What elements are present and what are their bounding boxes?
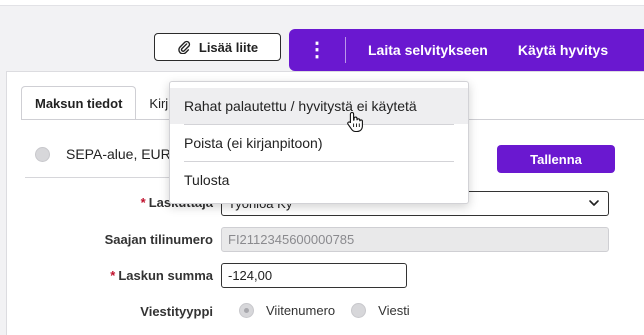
reference-radio[interactable] — [239, 303, 254, 318]
more-actions-button[interactable]: ⋮ — [289, 29, 345, 71]
menu-item-print[interactable]: Tulosta — [170, 162, 468, 198]
kebab-menu-icon: ⋮ — [307, 39, 327, 61]
required-marker: * — [140, 195, 146, 210]
message-type-reference[interactable]: Viitenumero — [239, 303, 335, 318]
paperclip-icon — [178, 40, 190, 54]
add-attachment-label: Lisää liite — [198, 39, 259, 55]
message-type-message[interactable]: Viesti — [351, 303, 410, 318]
amount-field[interactable]: -124,00 — [221, 263, 407, 288]
message-label: Viesti — [378, 303, 410, 318]
tab-bar: Maksun tiedot Kirj — [21, 86, 181, 120]
use-credit-button[interactable]: Käytä hyvitys — [506, 29, 620, 71]
hand-cursor-icon — [347, 111, 363, 133]
sepa-area-option[interactable]: SEPA-alue, EUR — [35, 146, 171, 162]
tab-payment-details[interactable]: Maksun tiedot — [21, 86, 137, 120]
account-number-field: FI2112345600000785 — [221, 227, 609, 252]
chevron-down-icon — [589, 200, 599, 206]
message-type-label: Viestityyppi — [140, 304, 213, 319]
top-strip — [0, 0, 644, 6]
save-button[interactable]: Tallenna — [497, 145, 615, 173]
menu-item-delete[interactable]: Poista (ei kirjanpitoon) — [170, 125, 468, 161]
menu-item-refunded[interactable]: Rahat palautettu / hyvitystä ei käytetä — [170, 88, 468, 124]
send-to-review-button[interactable]: Laita selvitykseen — [356, 29, 500, 71]
account-label: Saajan tilinumero — [104, 232, 213, 247]
more-actions-menu: Rahat palautettu / hyvitystä ei käytetä … — [169, 81, 469, 204]
add-attachment-button[interactable]: Lisää liite — [154, 33, 281, 61]
sepa-radio[interactable] — [35, 146, 50, 162]
reference-label: Viitenumero — [266, 303, 336, 318]
required-marker: * — [110, 268, 116, 283]
amount-label: * Laskun summa — [110, 268, 213, 283]
message-radio[interactable] — [351, 303, 367, 318]
message-type-group: Viitenumero Viesti — [239, 303, 426, 318]
action-bar-divider — [345, 37, 346, 63]
action-bar: ⋮ Laita selvitykseen Käytä hyvitys — [289, 29, 644, 71]
sepa-area-label: SEPA-alue, EUR — [66, 146, 171, 162]
